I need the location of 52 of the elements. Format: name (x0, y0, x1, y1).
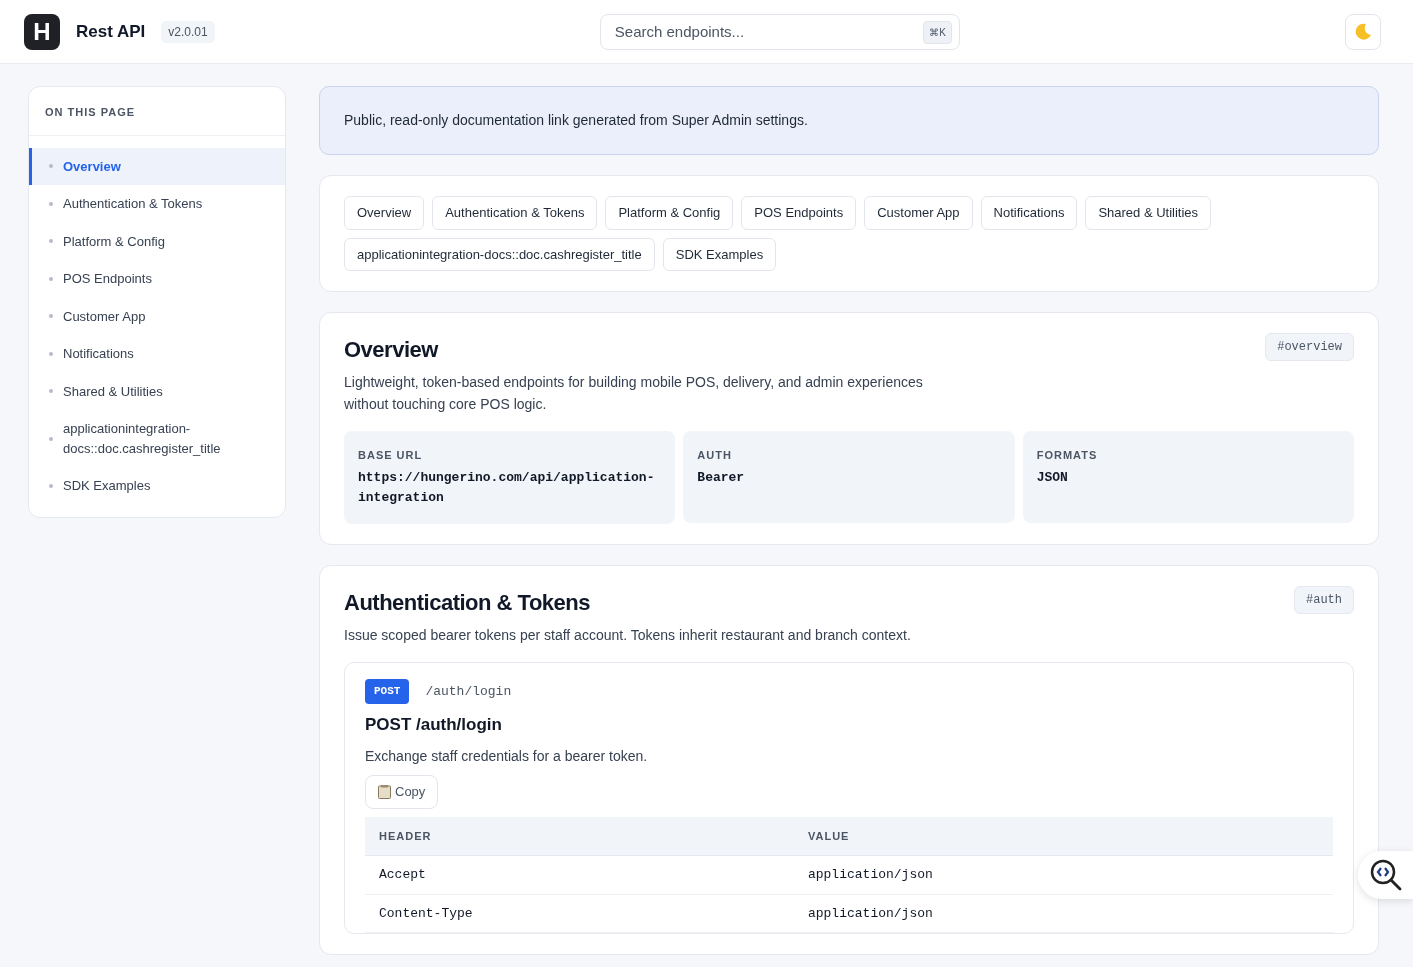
endpoint-path: /auth/login (425, 682, 512, 701)
section-title: Authentication & Tokens (344, 589, 590, 617)
column-header: HEADER (365, 816, 794, 856)
section-title: Overview (344, 337, 438, 364)
tile-value: JSON (1036, 468, 1069, 487)
tile-label: AUTH (697, 448, 733, 464)
sidebar-item[interactable]: applicationintegration-docs::doc.cashregister_title (29, 410, 285, 467)
section-link[interactable]: Overview (344, 196, 425, 230)
tile-value: Bearer (697, 468, 746, 487)
section-link[interactable]: applicationintegration-docs::doc.cashregister_title (344, 237, 655, 271)
tile-label: BASE URL (358, 448, 424, 464)
sidebar-item[interactable]: POS Endpoints (29, 260, 285, 298)
tile-value: https://hungerino.com/api/application-integration (358, 468, 656, 507)
sidebar-item[interactable]: SDK Examples (29, 467, 285, 505)
table-cell: Content-Type (365, 894, 794, 933)
app-logo: H (24, 13, 60, 50)
anchor-tag: #auth (1294, 585, 1354, 614)
sidebar-item[interactable]: Shared & Utilities (29, 372, 285, 410)
section-link[interactable]: Notifications (980, 196, 1078, 230)
version-badge: v2.0.01 (161, 20, 215, 43)
clipboard-icon (378, 785, 391, 800)
section-link[interactable]: Authentication & Tokens (432, 196, 598, 230)
section-link[interactable]: Customer App (864, 196, 973, 230)
section-link[interactable]: SDK Examples (662, 237, 777, 271)
endpoint-description: Exchange staff credentials for a bearer token. (365, 747, 649, 767)
tile-label: FORMATS (1036, 448, 1099, 464)
sidebar-item[interactable]: Notifications (29, 335, 285, 373)
moon-icon (1353, 21, 1373, 42)
sidebar-item[interactable]: Customer App (29, 297, 285, 335)
section-link[interactable]: Shared & Utilities (1085, 196, 1212, 230)
sidebar-item[interactable]: Authentication & Tokens (29, 185, 285, 223)
section-link[interactable]: POS Endpoints (741, 196, 857, 230)
table-cell: application/json (793, 855, 1333, 895)
notice-banner: Public, read-only documentation link generated from Super Admin settings. (319, 86, 1379, 155)
copy-button[interactable]: Copy (365, 775, 439, 809)
shortcut-hint: ⌘K (923, 20, 952, 44)
endpoint-title: POST /auth/login (365, 713, 503, 736)
code-search-button[interactable] (1358, 851, 1413, 899)
table-cell: Accept (365, 855, 794, 895)
sidebar-item[interactable]: Platform & Config (29, 222, 285, 260)
section-link[interactable]: Platform & Config (605, 196, 734, 230)
theme-toggle-button[interactable] (1345, 13, 1381, 50)
sidebar-item[interactable]: Overview (29, 147, 285, 185)
column-header: VALUE (793, 816, 1333, 856)
code-search-icon (1368, 858, 1403, 892)
method-badge: POST (365, 679, 410, 704)
app-title: Rest API (76, 20, 146, 43)
section-description: Issue scoped bearer tokens per staff account. Tokens inherit restaurant and branch context. (344, 626, 912, 646)
section-description: Lightweight, token-based endpoints for building mobile POS, delivery, and admin experiences without touching core POS logic. (344, 373, 924, 415)
table-cell: application/json (793, 894, 1333, 933)
sidebar-heading: ON THIS PAGE (29, 87, 285, 136)
anchor-tag: #overview (1265, 333, 1354, 361)
